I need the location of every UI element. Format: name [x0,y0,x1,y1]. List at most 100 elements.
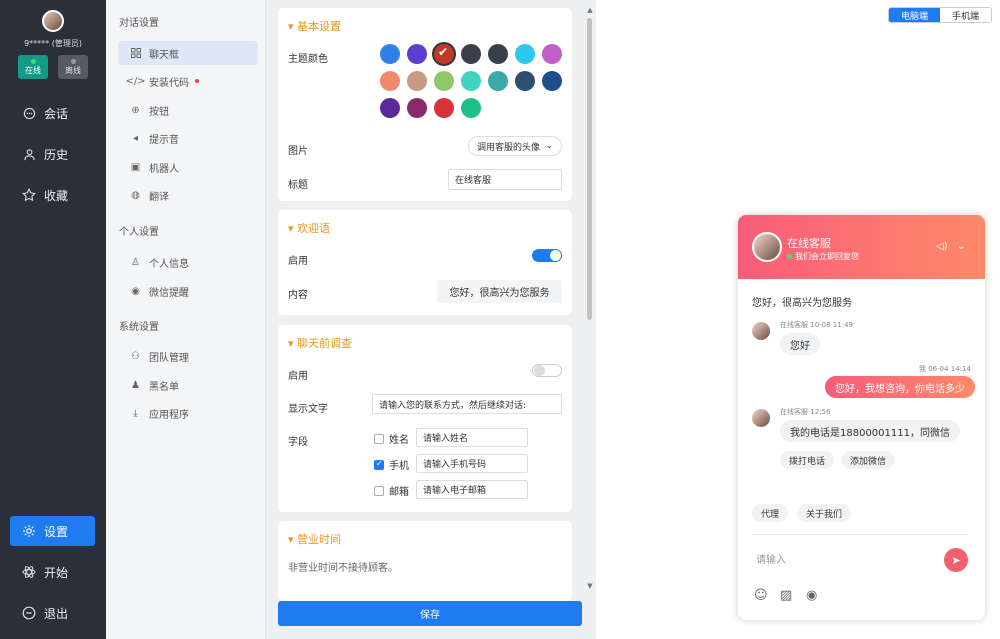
field-email-input[interactable]: 请输入电子邮箱 [416,480,528,499]
submenu-item-apps[interactable]: ⤓ 应用程序 [118,401,258,425]
online-button[interactable]: 在线 [18,55,48,79]
theme-color-swatch[interactable] [434,71,454,91]
survey-enable-label: 启用 [288,371,308,382]
agent-message-2: 我的电话是18800001111，同微信 [780,420,960,442]
chat-subtitle-text: 我们会立即回复您 [795,252,859,261]
submenu-label-blacklist: 黑名单 [149,381,179,393]
theme-color-swatch[interactable] [515,71,535,91]
quick-reply-about[interactable]: 关于我们 [797,504,852,522]
scroll-thumb[interactable] [587,18,592,320]
nav-item-settings[interactable]: 设置 [10,516,95,546]
welcome-enable-label: 启用 [288,256,308,267]
scroll-down-icon[interactable]: ▼ [586,582,594,590]
theme-color-swatch[interactable] [380,71,400,91]
submenu-label-apps: 应用程序 [149,409,189,421]
field-email-checkbox[interactable] [374,486,384,496]
user-name: 9***** (管理员) [24,39,82,48]
speaker-icon[interactable]: ◁) [936,241,948,252]
send-button[interactable]: ➤ [944,548,968,572]
submenu-item-button[interactable]: ⊕ 按钮 [118,98,258,122]
theme-color-swatch[interactable] [542,71,562,91]
emoji-icon[interactable]: ☺ [754,588,768,603]
chat-header: 在线客服 我们会立即回复您 ◁) ⌄ [738,215,985,279]
survey-enable-toggle[interactable] [532,364,562,377]
submenu-item-chatbox[interactable]: 聊天框 [118,41,258,65]
device-toggle: 电脑端 手机端 [888,7,992,23]
download-icon: ⤓ [133,407,138,419]
chat-input[interactable]: 请输入 [756,551,786,566]
submenu-item-robot[interactable]: ▣ 机器人 [118,155,258,179]
submenu-item-profile[interactable]: ♙ 个人信息 [118,250,258,274]
wechat-icon[interactable]: ◉ [806,588,817,603]
theme-color-swatch[interactable] [461,44,481,64]
submenu-label-wechat-alert: 微信提醒 [149,287,189,299]
field-phone-checkbox[interactable] [374,459,384,470]
globe-icon: ◍ [131,189,140,201]
submenu-item-team[interactable]: ⚇ 团队管理 [118,344,258,368]
survey-fields-label: 字段 [288,437,308,448]
android-icon: ▣ [130,161,141,173]
status-switch: 在线 离线 [0,55,106,79]
agent-avatar [752,232,782,262]
submenu-item-wechat-alert[interactable]: ◉ 微信提醒 [118,279,258,303]
plus-circle-icon: ⊕ [131,104,140,116]
field-name-checkbox[interactable] [374,434,384,444]
settings-scrollbar[interactable]: ▲ ▼ [586,6,594,590]
submenu-label-sound: 提示音 [149,134,179,146]
welcome-card: 欢迎语 启用 内容 您好，很高兴为您服务 [278,210,572,315]
desktop-tab[interactable]: 电脑端 [889,8,940,22]
call-phone-button[interactable]: 拨打电话 [780,451,835,469]
nav-item-logout[interactable]: 退出 [10,598,95,628]
scroll-up-icon[interactable]: ▲ [586,6,594,14]
mobile-tab[interactable]: 手机端 [940,8,991,22]
submenu-item-sound[interactable]: ◂ 提示音 [118,126,258,150]
online-dot-icon [787,254,792,259]
nav-item-history[interactable]: 历史 [10,139,95,169]
theme-color-swatch[interactable] [515,44,535,64]
basic-settings-card: 基本设置 主题颜色 图片 调用客服的头像 ⌄ 标题 在线客服 [278,8,572,201]
nav-item-start[interactable]: 开始 [10,557,95,587]
submenu-label-install-code: 安装代码 [149,77,189,89]
image-select-value: 调用客服的头像 [477,142,541,153]
theme-color-swatch[interactable] [434,98,454,118]
submenu-item-install-code[interactable]: </> 安装代码 [118,69,258,93]
title-input[interactable]: 在线客服 [448,169,562,190]
theme-color-swatch[interactable] [407,98,427,118]
chat-bubble-icon [22,106,36,120]
image-select[interactable]: 调用客服的头像 ⌄ [468,136,562,156]
theme-color-swatch[interactable] [434,44,454,64]
save-button[interactable]: 保存 [278,601,582,626]
submenu-label-robot: 机器人 [149,163,179,175]
field-phone-input[interactable]: 请输入手机号码 [416,454,528,473]
theme-color-swatch[interactable] [488,44,508,64]
nav-item-sessions[interactable]: 会话 [10,98,95,128]
quick-reply-agent[interactable]: 代理 [752,504,789,522]
speaker-icon: ◂ [132,132,139,144]
input-divider [752,534,969,535]
field-name-input[interactable]: 请输入姓名 [416,428,528,447]
image-label: 图片 [288,146,308,157]
theme-color-swatch[interactable] [380,44,400,64]
theme-color-swatch[interactable] [461,71,481,91]
offline-button[interactable]: 离线 [58,55,88,79]
theme-color-swatch[interactable] [407,44,427,64]
theme-color-swatch[interactable] [461,98,481,118]
nav-label-logout: 退出 [44,606,69,621]
submenu-item-blacklist[interactable]: ♟ 黑名单 [118,373,258,397]
welcome-enable-toggle[interactable] [532,249,562,262]
submenu-item-translate[interactable]: ◍ 翻译 [118,183,258,207]
image-icon[interactable]: ▨ [780,588,792,603]
theme-color-swatch[interactable] [488,71,508,91]
theme-color-swatch[interactable] [380,98,400,118]
theme-color-swatch[interactable] [407,71,427,91]
theme-color-swatch[interactable] [542,44,562,64]
chat-preview-window: 在线客服 我们会立即回复您 ◁) ⌄ 您好，很高兴为您服务 在线客服 10-08… [738,215,985,620]
business-hours-card: 营业时间 非营业时间不接待顾客。 [278,521,572,601]
visitor-meta: 我 06-04 14:14 [919,365,971,373]
chevron-down-icon[interactable]: ⌄ [957,241,965,252]
nav-item-favorites[interactable]: 收藏 [10,180,95,210]
user-avatar[interactable] [42,10,64,32]
add-wechat-button[interactable]: 添加微信 [841,451,896,469]
survey-display-input[interactable]: 请输入您的联系方式，然后继续对话: [372,394,562,414]
welcome-content-field[interactable]: 您好，很高兴为您服务 [437,280,562,303]
